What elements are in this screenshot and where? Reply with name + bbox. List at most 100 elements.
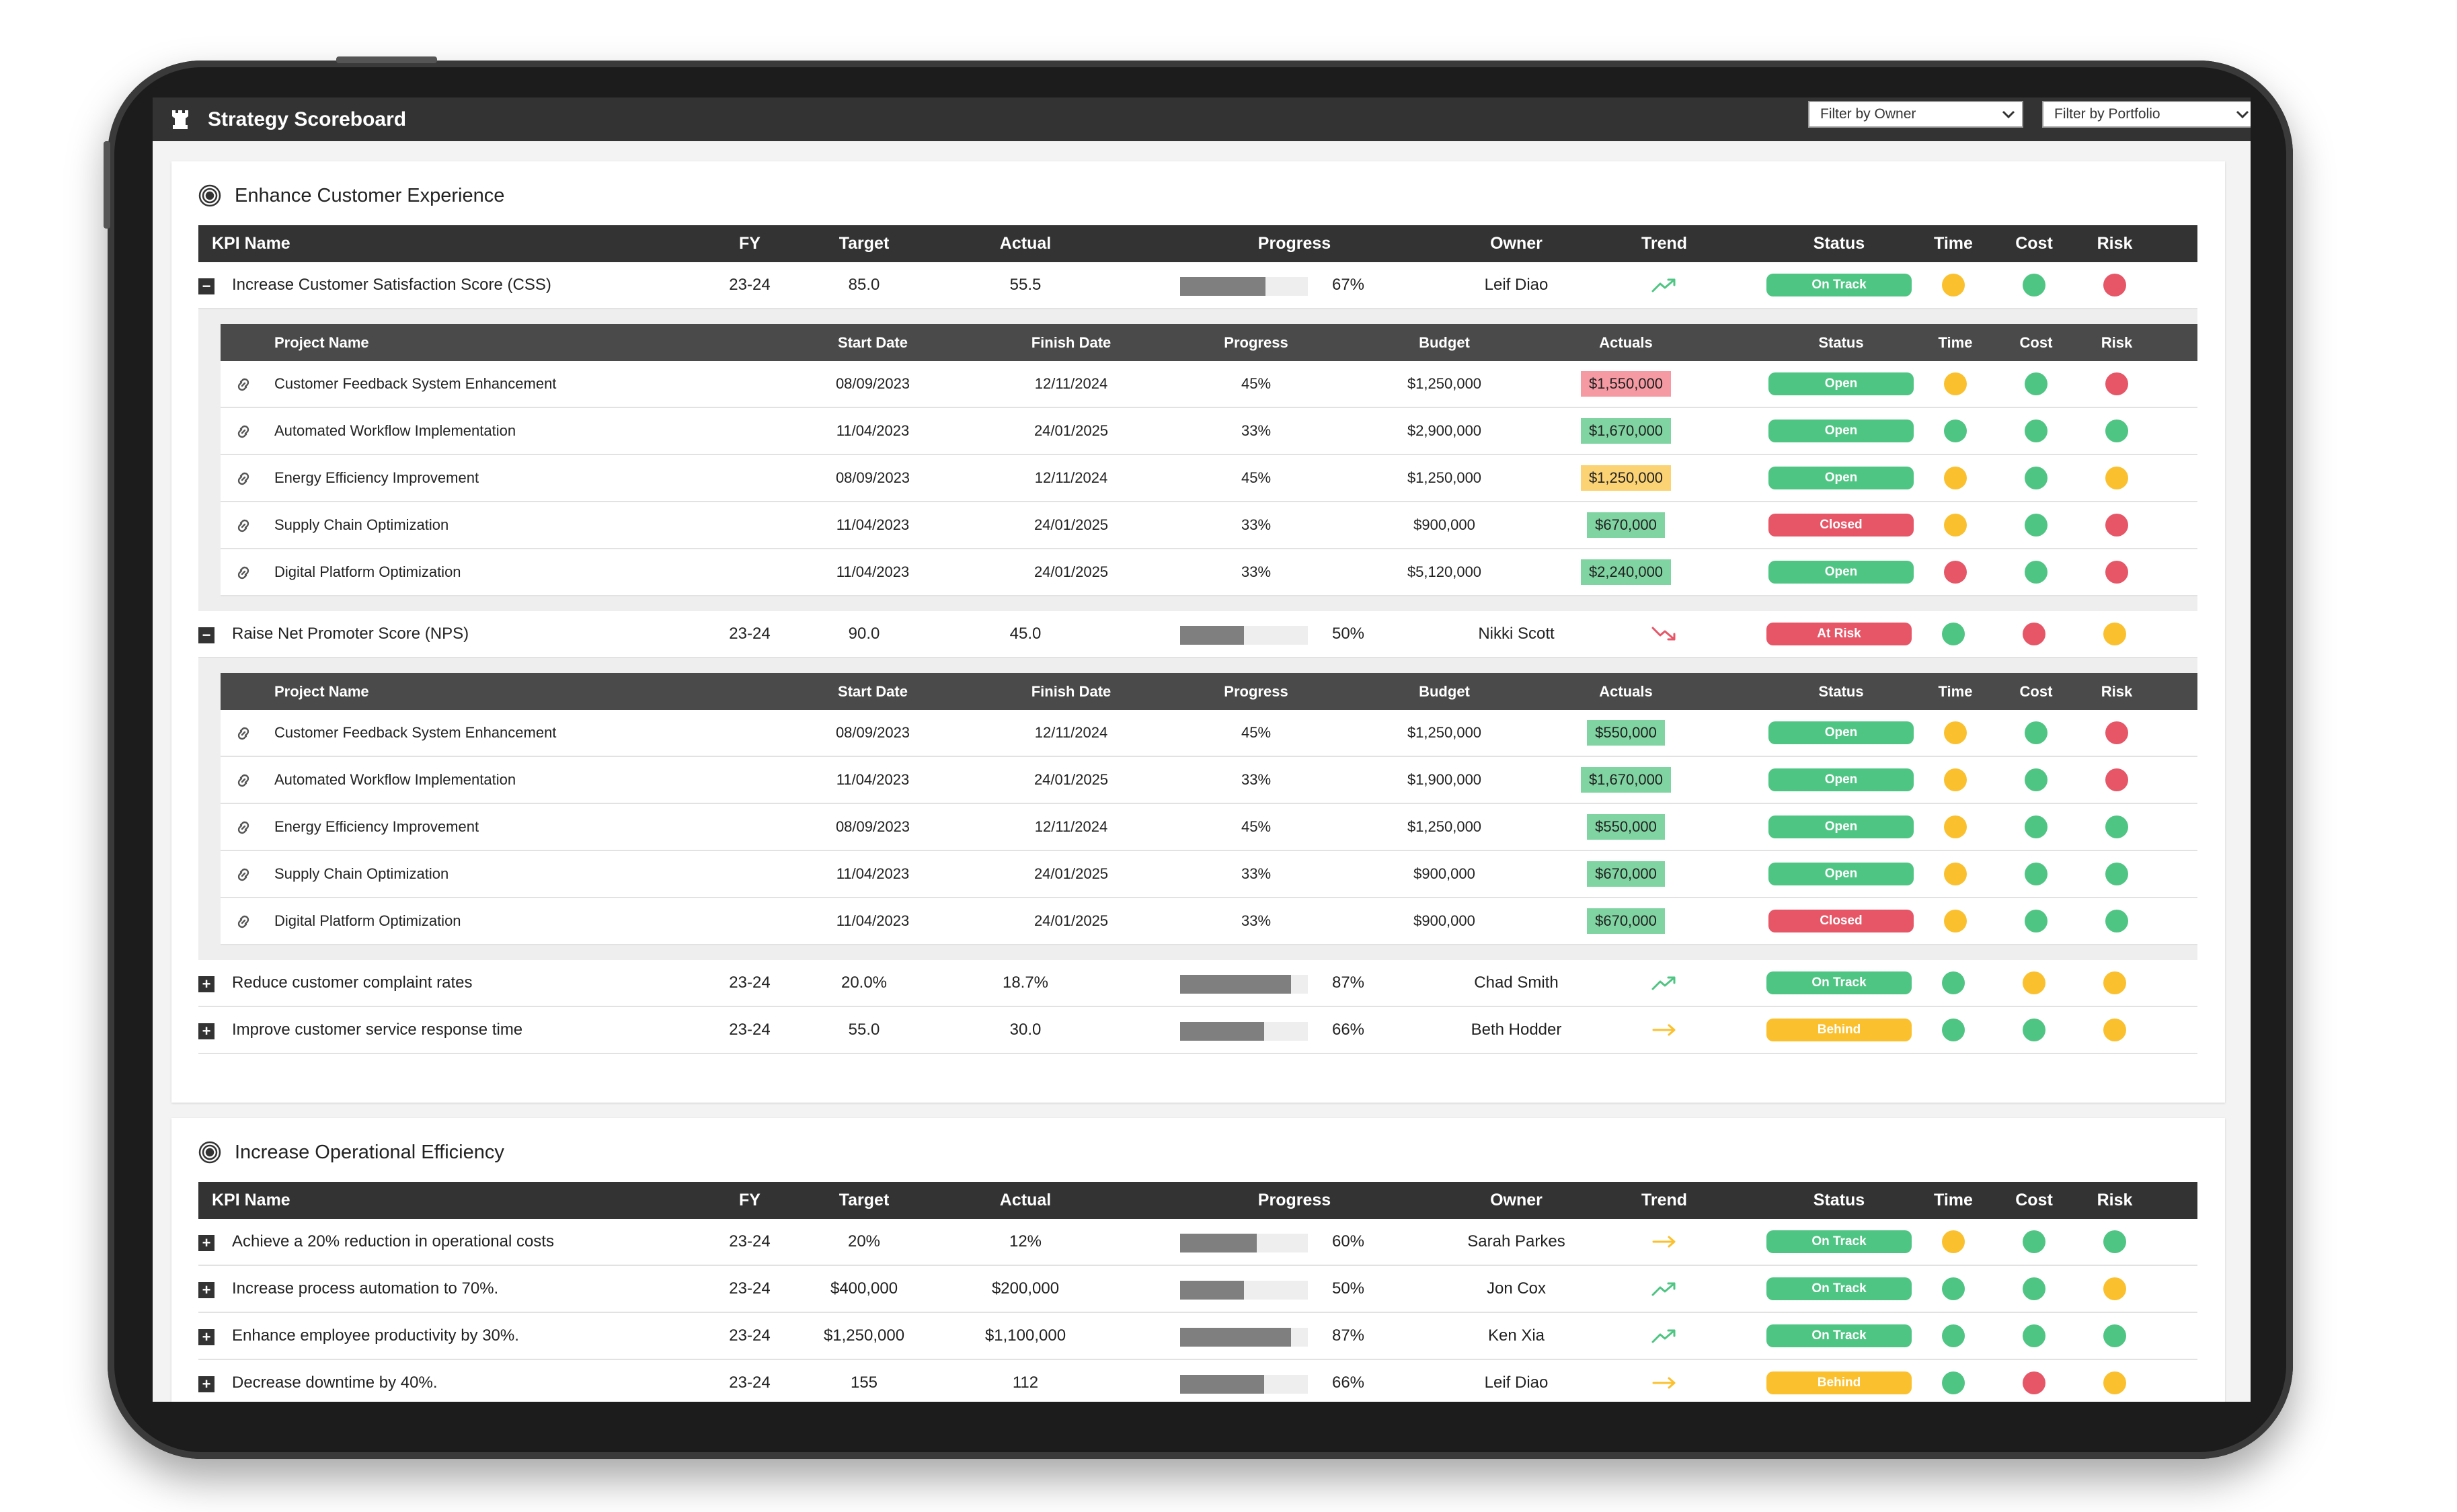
cost-indicator-cell bbox=[2009, 408, 2063, 454]
time-indicator bbox=[1942, 623, 1965, 645]
cost-indicator bbox=[2025, 561, 2048, 584]
link-icon[interactable] bbox=[234, 470, 253, 487]
risk-indicator-cell bbox=[2090, 804, 2144, 850]
time-indicator bbox=[1942, 971, 1965, 994]
header-risk: Risk bbox=[2097, 1191, 2133, 1209]
project-name: Customer Feedback System Enhancement bbox=[274, 375, 557, 392]
expand-icon[interactable]: + bbox=[198, 1376, 214, 1392]
header-project-risk: Risk bbox=[2101, 333, 2133, 351]
project-actuals-cell: $1,670,000 bbox=[1559, 408, 1693, 454]
project-progress: 45% bbox=[1241, 724, 1272, 741]
project-name: Digital Platform Optimization bbox=[274, 563, 461, 580]
cost-indicator-cell bbox=[2009, 804, 2063, 850]
time-indicator-cell bbox=[1926, 1266, 1980, 1312]
project-start-date: 08/09/2023 bbox=[835, 818, 910, 835]
kpi-target: 90.0 bbox=[848, 625, 880, 643]
project-progress: 45% bbox=[1241, 375, 1272, 392]
project-actuals-cell: $1,250,000 bbox=[1559, 455, 1693, 501]
kpi-row[interactable]: + Increase process automation to 70%. 23-2… bbox=[198, 1266, 2197, 1313]
project-status-badge: Open bbox=[1768, 815, 1914, 838]
target-icon bbox=[198, 1141, 221, 1164]
trend-cell bbox=[1624, 1266, 1705, 1312]
link-icon[interactable] bbox=[234, 517, 253, 534]
project-name: Customer Feedback System Enhancement bbox=[274, 724, 557, 741]
filter-by-portfolio-select[interactable]: Filter by Portfolio bbox=[2042, 101, 2251, 128]
filter-by-owner-select[interactable]: Filter by Owner bbox=[1808, 101, 2023, 128]
project-row[interactable]: Supply Chain Optimization 11/04/2023 24/01… bbox=[221, 851, 2197, 898]
project-finish-date: 24/01/2025 bbox=[1034, 422, 1109, 439]
trend-cell bbox=[1624, 262, 1705, 308]
project-actuals: $1,550,000 bbox=[1580, 371, 1672, 397]
kpi-row[interactable]: + Reduce customer complaint rates 23-24 20.… bbox=[198, 960, 2197, 1007]
project-status-badge-cell: Open bbox=[1760, 361, 1922, 407]
time-indicator bbox=[1944, 815, 1967, 838]
project-actuals: $550,000 bbox=[1587, 720, 1665, 746]
project-budget: $1,250,000 bbox=[1407, 375, 1482, 392]
collapse-icon[interactable]: − bbox=[198, 627, 214, 643]
link-icon[interactable] bbox=[234, 819, 253, 836]
header-finish-date: Finish Date bbox=[1031, 333, 1112, 351]
cost-indicator bbox=[2023, 1019, 2045, 1041]
risk-indicator bbox=[2105, 863, 2128, 885]
project-table: Project Name Start Date Finish Date Progres… bbox=[221, 324, 2197, 596]
kpi-status-badge: On Track bbox=[1766, 1230, 1912, 1253]
kpi-row[interactable]: − Raise Net Promoter Score (NPS) 23-24 90.0… bbox=[198, 611, 2197, 658]
project-row[interactable]: Automated Workflow Implementation 11/04/2… bbox=[221, 757, 2197, 804]
project-row[interactable]: Customer Feedback System Enhancement 08/0… bbox=[221, 361, 2197, 408]
header-trend: Trend bbox=[1641, 1191, 1688, 1209]
project-start-date: 11/04/2023 bbox=[836, 563, 910, 580]
trend-flat-icon bbox=[1652, 1377, 1676, 1389]
project-row[interactable]: Energy Efficiency Improvement 08/09/2023 1… bbox=[221, 804, 2197, 851]
expand-icon[interactable]: + bbox=[198, 1329, 214, 1345]
link-icon[interactable] bbox=[234, 913, 253, 930]
kpi-target: 85.0 bbox=[848, 276, 880, 294]
kpi-target: $400,000 bbox=[830, 1279, 898, 1298]
kpi-row[interactable]: + Achieve a 20% reduction in operational … bbox=[198, 1219, 2197, 1266]
project-budget: $900,000 bbox=[1413, 912, 1475, 929]
header-actuals: Actuals bbox=[1599, 682, 1653, 700]
header-progress: Progress bbox=[1257, 1191, 1331, 1209]
expand-icon[interactable]: + bbox=[198, 976, 214, 992]
link-icon[interactable] bbox=[234, 564, 253, 582]
project-name: Supply Chain Optimization bbox=[274, 865, 449, 882]
cost-indicator-cell bbox=[2007, 960, 2061, 1006]
project-row[interactable]: Energy Efficiency Improvement 08/09/2023 1… bbox=[221, 455, 2197, 502]
project-row[interactable]: Automated Workflow Implementation 11/04/2… bbox=[221, 408, 2197, 455]
collapse-icon[interactable]: − bbox=[198, 278, 214, 294]
risk-indicator-cell bbox=[2088, 960, 2142, 1006]
project-row[interactable]: Digital Platform Optimization 11/04/2023 2… bbox=[221, 549, 2197, 596]
kpi-row[interactable]: − Increase Customer Satisfaction Score (C… bbox=[198, 262, 2197, 309]
header-fy: FY bbox=[739, 234, 760, 253]
time-indicator-cell bbox=[1926, 1313, 1980, 1359]
project-row[interactable]: Supply Chain Optimization 11/04/2023 24/01… bbox=[221, 502, 2197, 549]
link-icon[interactable] bbox=[234, 772, 253, 789]
filter-by-portfolio-label: Filter by Portfolio bbox=[2054, 106, 2160, 122]
expand-icon[interactable]: + bbox=[198, 1282, 214, 1298]
kpi-row[interactable]: + Decrease downtime by 40%. 23-24 155 112 66%… bbox=[198, 1360, 2197, 1402]
project-row[interactable]: Digital Platform Optimization 11/04/2023 2… bbox=[221, 898, 2197, 945]
kpi-actual: 55.5 bbox=[1009, 276, 1042, 294]
project-row[interactable]: Customer Feedback System Enhancement 08/0… bbox=[221, 710, 2197, 757]
kpi-row[interactable]: + Enhance employee productivity by 30%. 23… bbox=[198, 1313, 2197, 1360]
expand-icon[interactable]: + bbox=[198, 1023, 214, 1039]
project-status-badge: Closed bbox=[1768, 910, 1914, 932]
cost-indicator-cell bbox=[2007, 1313, 2061, 1359]
project-start-date: 11/04/2023 bbox=[836, 516, 910, 533]
kpi-owner: Chad Smith bbox=[1474, 973, 1559, 992]
project-start-date: 11/04/2023 bbox=[836, 771, 910, 788]
time-indicator bbox=[1944, 561, 1967, 584]
time-indicator bbox=[1944, 372, 1967, 395]
kpi-row[interactable]: + Improve customer service response time 2… bbox=[198, 1007, 2197, 1054]
project-budget: $900,000 bbox=[1413, 516, 1475, 533]
header-fy: FY bbox=[739, 1191, 760, 1209]
link-icon[interactable] bbox=[234, 866, 253, 883]
link-icon[interactable] bbox=[234, 725, 253, 742]
header-kpi-name: KPI Name bbox=[212, 1191, 290, 1209]
link-icon[interactable] bbox=[234, 423, 253, 440]
expand-icon[interactable]: + bbox=[198, 1235, 214, 1251]
kpi-owner: Nikki Scott bbox=[1478, 625, 1555, 643]
header-trend: Trend bbox=[1641, 234, 1688, 253]
header-time: Time bbox=[1934, 1191, 1973, 1209]
link-icon[interactable] bbox=[234, 376, 253, 393]
project-progress: 33% bbox=[1241, 563, 1272, 580]
